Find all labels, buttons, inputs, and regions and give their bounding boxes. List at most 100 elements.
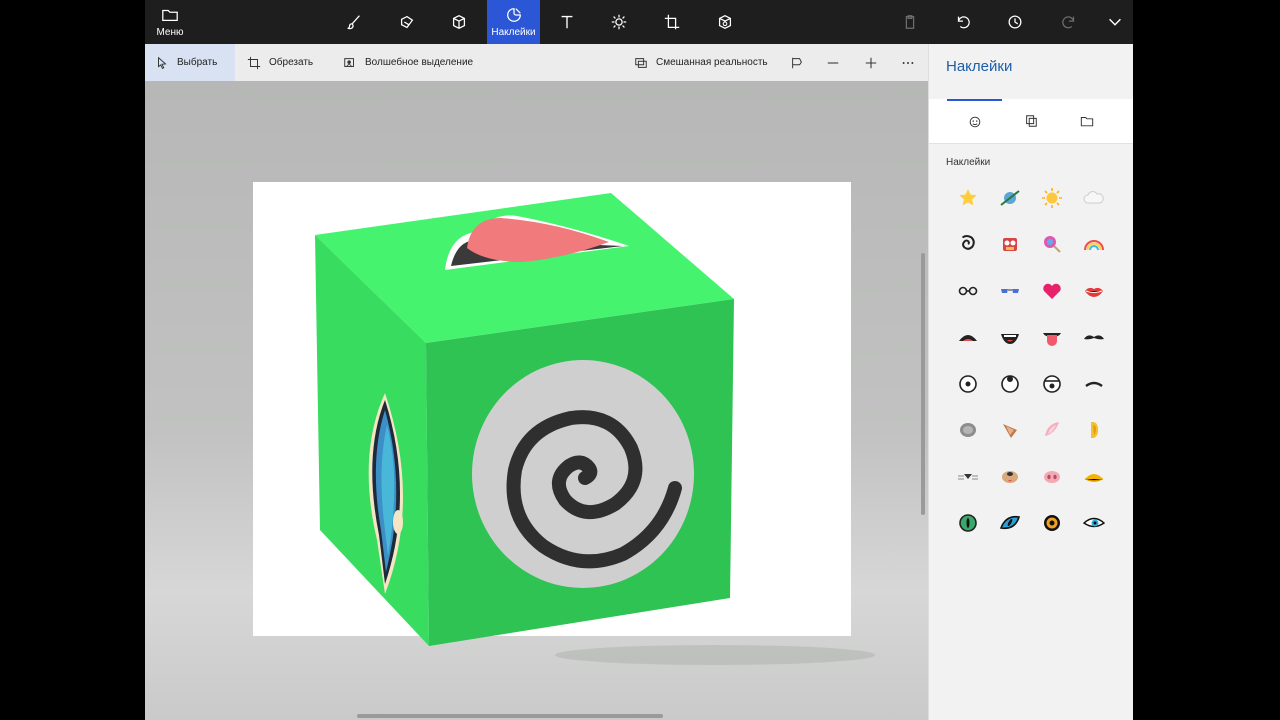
sticker-yellow-ear[interactable] (1079, 415, 1109, 445)
sticker-star[interactable] (953, 183, 983, 213)
menu-button[interactable]: Меню (145, 0, 195, 44)
sticker-mustache[interactable] (1079, 322, 1109, 352)
sticker-lips[interactable] (1079, 276, 1109, 306)
gray-ear-icon (960, 423, 976, 437)
magic-select-button[interactable]: Волшебное выделение (343, 44, 473, 81)
glasses-icon (958, 286, 978, 296)
3d-cube-model[interactable] (305, 185, 905, 665)
expand-button[interactable] (1103, 0, 1127, 44)
sticker-cat-nose[interactable] (953, 462, 983, 492)
stickers-panel: Наклейки Наклейки (928, 44, 1133, 720)
sticker-pig-nose[interactable] (1037, 462, 1067, 492)
eye-round-icon (959, 375, 977, 393)
sticker-cyan-eye[interactable] (1079, 508, 1109, 538)
panel-tabs (929, 99, 1133, 144)
history-icon (1008, 15, 1022, 29)
2d-shapes-button[interactable] (395, 0, 419, 44)
yellow-ear-icon (1091, 421, 1099, 438)
effects-button[interactable] (607, 0, 631, 44)
horizontal-scrollbar[interactable] (357, 714, 663, 718)
sticker-eye-round[interactable] (953, 369, 983, 399)
eye-sad-icon (1043, 375, 1061, 393)
undo-icon (957, 16, 970, 29)
flag-icon (792, 57, 802, 68)
mixed-reality-button[interactable]: Смешанная реальность (634, 44, 768, 81)
sticker-duck-beak[interactable] (1079, 462, 1109, 492)
eye-look-up-icon (1001, 375, 1019, 393)
spiral-icon (961, 235, 975, 250)
redo-icon (1062, 16, 1075, 29)
tab-textures[interactable] (1003, 99, 1058, 143)
open-mouth-icon (959, 335, 977, 341)
crop-button[interactable]: Обрезать (247, 44, 313, 81)
tab-stickers[interactable] (947, 99, 1002, 143)
sticker-pink-ear[interactable] (1037, 415, 1067, 445)
sticker-lollipop[interactable] (1037, 229, 1067, 259)
sticker-green-eye[interactable] (953, 508, 983, 538)
undo-button[interactable] (951, 0, 975, 44)
cat-nose-icon (958, 474, 978, 480)
sticker-glasses[interactable] (953, 276, 983, 306)
plus-icon (865, 57, 877, 68)
pink-ear-icon (1045, 422, 1059, 436)
eraser-icon (400, 15, 414, 29)
sticker-eye-look-up[interactable] (995, 369, 1025, 399)
more-button[interactable] (894, 44, 922, 81)
sticker-sunglasses[interactable] (995, 276, 1025, 306)
sticker-cartoon-face[interactable] (995, 229, 1025, 259)
sticker-eyebrow[interactable] (1079, 369, 1109, 399)
sticker-deer-ear[interactable] (995, 415, 1025, 445)
text-icon (561, 15, 573, 29)
sticker-rainbow[interactable] (1079, 229, 1109, 259)
3d-library-button[interactable] (713, 0, 737, 44)
folder-icon (162, 9, 178, 22)
select-button[interactable]: Выбрать (145, 44, 235, 81)
sticker-planet[interactable] (995, 183, 1025, 213)
more-icon (902, 61, 914, 64)
sticker-gray-ear[interactable] (953, 415, 983, 445)
sticker-amber-eye[interactable] (1037, 508, 1067, 538)
magic-select-label: Волшебное выделение (365, 57, 474, 68)
brush-icon (347, 15, 360, 30)
sticker-sun[interactable] (1037, 183, 1067, 213)
paste-icon (905, 15, 915, 29)
sticker-tongue[interactable] (1037, 322, 1067, 352)
sticker-cloud[interactable] (1079, 183, 1109, 213)
section-label: Наклейки (946, 157, 991, 168)
top-toolbar: Меню Наклейки (145, 0, 1133, 44)
3d-shapes-button[interactable] (447, 0, 471, 44)
mixed-reality-icon (635, 57, 647, 68)
select-label: Выбрать (177, 57, 218, 68)
canvas-button[interactable] (660, 0, 684, 44)
sticker-smile-mouth[interactable] (995, 322, 1025, 352)
vertical-scrollbar[interactable] (921, 253, 925, 515)
crop-icon (247, 56, 261, 69)
zoom-in-button[interactable] (857, 44, 885, 81)
sticker-spiral[interactable] (953, 229, 983, 259)
paste-button[interactable] (898, 0, 922, 44)
magic-select-icon (344, 57, 354, 67)
redo-button[interactable] (1057, 0, 1081, 44)
sticker-eye-sad[interactable] (1037, 369, 1067, 399)
zoom-out-button[interactable] (819, 44, 847, 81)
cartoon-face-icon (1003, 238, 1017, 251)
sticker-open-mouth[interactable] (953, 322, 983, 352)
crop-canvas-icon (664, 14, 680, 30)
sticker-blue-cat-eye[interactable] (995, 508, 1025, 538)
cloud-icon (1083, 191, 1104, 204)
view-3d-button[interactable] (783, 44, 811, 81)
brushes-button[interactable] (343, 0, 365, 44)
star-icon (959, 189, 977, 206)
cursor-icon (158, 56, 167, 69)
sticker-icon (506, 8, 521, 22)
text-button[interactable] (555, 0, 579, 44)
heart-icon (1043, 283, 1061, 299)
stickers-button[interactable]: Наклейки (487, 0, 540, 44)
deer-ear-icon (1003, 424, 1017, 438)
sticker-dog-nose[interactable] (995, 462, 1025, 492)
eyebrow-icon (1085, 381, 1103, 387)
history-button[interactable] (1003, 0, 1027, 44)
lollipop-icon (1044, 236, 1061, 253)
tab-custom[interactable] (1059, 99, 1114, 143)
sticker-heart[interactable] (1037, 276, 1067, 306)
